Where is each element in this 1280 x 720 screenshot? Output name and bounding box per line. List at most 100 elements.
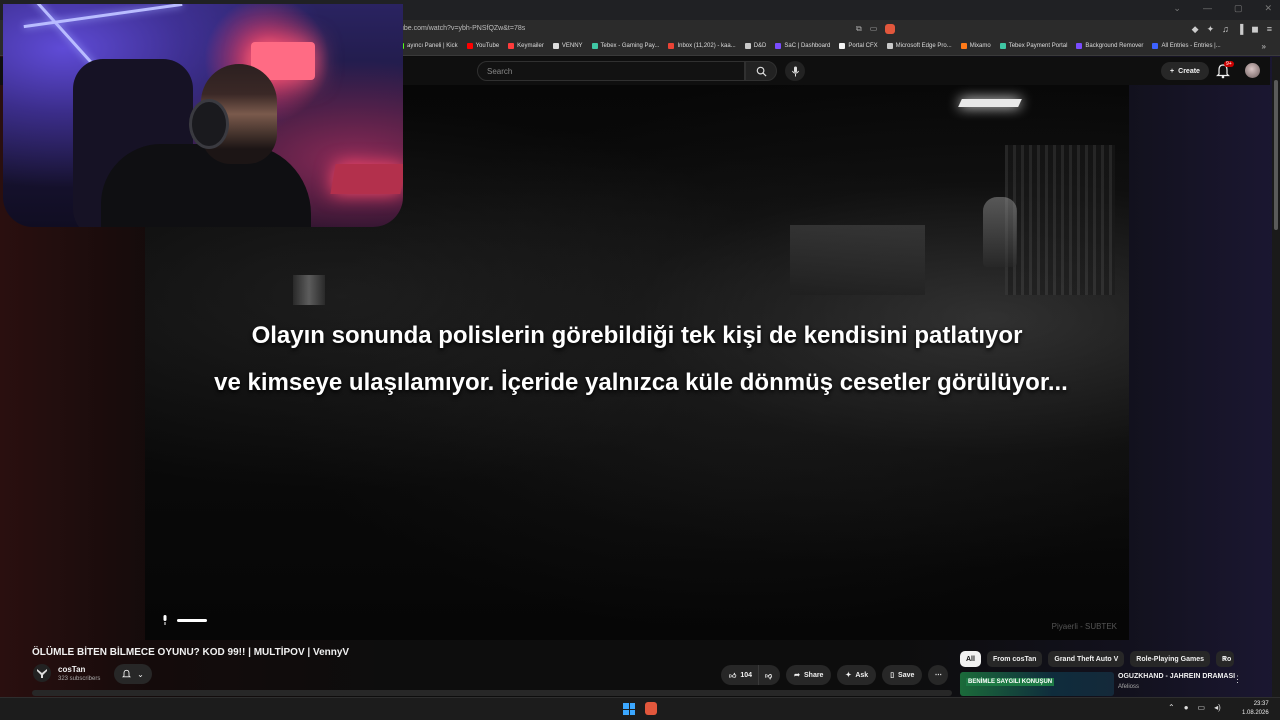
channel-name[interactable]: cosTan bbox=[58, 665, 85, 674]
music-icon[interactable]: ♫ bbox=[1222, 24, 1229, 35]
chip-grand-theft-auto-v[interactable]: Grand Theft Auto V bbox=[1048, 651, 1125, 667]
recommended-thumbnail[interactable]: BENİMLE SAYGILI KONUŞUN bbox=[960, 672, 1114, 696]
bookmark-favicon-icon bbox=[775, 43, 782, 49]
bookmark-item[interactable]: Keymailer bbox=[508, 43, 544, 49]
webcam-overlay bbox=[3, 4, 403, 227]
chevron-down-icon[interactable]: ⌄ bbox=[1173, 3, 1181, 14]
volume-control[interactable] bbox=[161, 615, 207, 625]
volume-icon[interactable]: ◂) bbox=[1214, 703, 1221, 712]
puzzle-icon[interactable]: ✦ bbox=[1207, 24, 1215, 35]
chip-role-playing-games[interactable]: Role-Playing Games bbox=[1130, 651, 1210, 667]
subscription-bell-button[interactable]: ⌄ bbox=[114, 664, 152, 684]
scrollbar-thumb[interactable] bbox=[1274, 80, 1278, 230]
bookmark-item[interactable]: YouTube bbox=[466, 43, 499, 49]
mic-icon[interactable]: ● bbox=[1184, 703, 1189, 712]
notification-badge: 9+ bbox=[1224, 61, 1234, 67]
minimize-icon[interactable]: — bbox=[1203, 3, 1212, 14]
bookmark-item[interactable]: Tebex Payment Portal bbox=[999, 43, 1067, 49]
streamer-body bbox=[101, 144, 311, 227]
brave-shield-icon[interactable] bbox=[885, 24, 896, 34]
chevron-up-icon[interactable]: ⌃ bbox=[1168, 703, 1175, 712]
windows-taskbar: ⌃ ● ▭ ◂) 23:37 1.08.2026 bbox=[0, 697, 1280, 720]
search-button[interactable] bbox=[745, 61, 777, 81]
search-input[interactable]: Search bbox=[477, 61, 745, 81]
create-label: Create bbox=[1178, 67, 1200, 75]
chevron-right-icon[interactable]: » bbox=[1262, 42, 1266, 51]
sidebar-icon[interactable]: ▐ bbox=[1237, 24, 1243, 35]
bookmark-label: Mixamo bbox=[969, 43, 991, 49]
ask-button[interactable]: ✦ Ask bbox=[837, 665, 877, 685]
cast-icon[interactable]: ▭ bbox=[870, 24, 878, 34]
bookmark-favicon-icon bbox=[668, 43, 675, 49]
recommended-channel[interactable]: Afelioss bbox=[1118, 684, 1139, 690]
bookmark-label: Inbox (11,202) - kaa... bbox=[677, 43, 736, 49]
bookmark-item[interactable]: Background Remover bbox=[1076, 43, 1143, 49]
search-icon bbox=[756, 66, 767, 77]
create-button[interactable]: + Create bbox=[1161, 62, 1209, 80]
bookmark-favicon-icon bbox=[1076, 43, 1083, 49]
desktop: ⌄ — ▢ ✕ tube.com/watch?v=ybh-PNSfQZw&t=7… bbox=[0, 0, 1280, 720]
description-box[interactable] bbox=[32, 690, 952, 696]
chevron-down-icon: ⌄ bbox=[137, 669, 144, 679]
more-actions-button[interactable]: ⋯ bbox=[928, 665, 949, 685]
like-button[interactable]: 👍︎ 104 bbox=[721, 665, 759, 685]
bookmark-favicon-icon bbox=[744, 43, 751, 49]
bookmark-item[interactable]: D&D bbox=[744, 43, 766, 49]
bookmark-icon: ▯ bbox=[890, 672, 895, 679]
chevron-right-icon[interactable]: › bbox=[1223, 653, 1226, 664]
install-app-icon[interactable]: ⧉ bbox=[856, 24, 862, 34]
bookmark-favicon-icon bbox=[839, 43, 846, 49]
chip-from-costan[interactable]: From cosTan bbox=[986, 651, 1043, 667]
search-placeholder: Search bbox=[487, 67, 513, 76]
system-clock[interactable]: 23:37 1.08.2026 bbox=[1242, 700, 1269, 718]
channel-logo-icon bbox=[37, 669, 47, 678]
windows-start-icon[interactable] bbox=[623, 703, 635, 715]
plus-icon: + bbox=[1170, 67, 1175, 75]
bell-icon bbox=[122, 669, 132, 678]
bookmark-item[interactable]: Tebex - Gaming Pay... bbox=[591, 43, 660, 49]
headphones bbox=[189, 99, 229, 149]
account-avatar[interactable] bbox=[1245, 63, 1260, 78]
share-button[interactable]: ➦ Share bbox=[786, 665, 832, 685]
bookmark-item[interactable]: Inbox (11,202) - kaa... bbox=[668, 43, 736, 49]
network-icon[interactable]: ▭ bbox=[1198, 703, 1206, 712]
barn-wall bbox=[1005, 145, 1115, 295]
save-button[interactable]: ▯ Save bbox=[882, 665, 923, 685]
recommended-title[interactable]: OGUZKHAND - JAHREIN DRAMASI bbox=[1118, 673, 1235, 680]
bookmark-label: SaC | Dashboard bbox=[784, 43, 831, 49]
subtitle-line-1: Olayın sonunda polislerin görebildiği te… bbox=[251, 322, 1023, 349]
bookmark-item[interactable]: Mixamo bbox=[960, 43, 991, 49]
wallet-icon[interactable]: ◼ bbox=[1251, 24, 1258, 35]
extension-icon[interactable]: ◆ bbox=[1192, 24, 1199, 35]
video-title: ÖLÜMLE BİTEN BİLMECE OYUNU? KOD 99!! | M… bbox=[32, 647, 350, 658]
extensions-area: ◆ ✦ ♫ ▐ ◼ ≡ bbox=[1192, 24, 1272, 35]
window-controls: ⌄ — ▢ ✕ bbox=[1173, 3, 1272, 14]
volume-slider[interactable] bbox=[177, 618, 207, 622]
chip-all[interactable]: All bbox=[960, 651, 981, 667]
bookmark-item[interactable]: All Entries - Entries |... bbox=[1152, 43, 1221, 49]
channel-avatar[interactable] bbox=[33, 664, 51, 682]
bookmark-item[interactable]: Portal CFX bbox=[839, 43, 878, 49]
bookmark-item[interactable]: ayıncı Paneli | Kick bbox=[398, 43, 458, 49]
voice-search-button[interactable] bbox=[785, 61, 805, 81]
bookmark-favicon-icon bbox=[466, 43, 473, 49]
mic-icon bbox=[791, 66, 799, 76]
menu-icon[interactable]: ≡ bbox=[1267, 24, 1272, 35]
bookmark-item[interactable]: Microsoft Edge Pro... bbox=[886, 43, 952, 49]
bookmark-favicon-icon bbox=[960, 43, 967, 49]
bookmark-item[interactable]: VENNY bbox=[552, 43, 583, 49]
dislike-button[interactable]: 👎︎ bbox=[758, 665, 781, 685]
hay-bales bbox=[790, 225, 925, 295]
character-figure bbox=[983, 197, 1017, 267]
bookmark-item[interactable]: SaC | Dashboard bbox=[775, 43, 830, 49]
bookmark-label: Tebex - Gaming Pay... bbox=[600, 43, 660, 49]
clock-date: 1.08.2026 bbox=[1242, 710, 1269, 716]
close-icon[interactable]: ✕ bbox=[1264, 3, 1272, 14]
bookmark-favicon-icon bbox=[999, 43, 1006, 49]
bookmark-label: ayıncı Paneli | Kick bbox=[407, 43, 458, 49]
more-vertical-icon[interactable]: ⋮ bbox=[1233, 674, 1242, 685]
url-text[interactable]: tube.com/watch?v=ybh-PNSfQZw&t=78s bbox=[398, 25, 525, 32]
more-icon: ⋯ bbox=[934, 672, 942, 679]
brave-browser-icon[interactable] bbox=[645, 702, 657, 715]
maximize-icon[interactable]: ▢ bbox=[1234, 3, 1243, 14]
